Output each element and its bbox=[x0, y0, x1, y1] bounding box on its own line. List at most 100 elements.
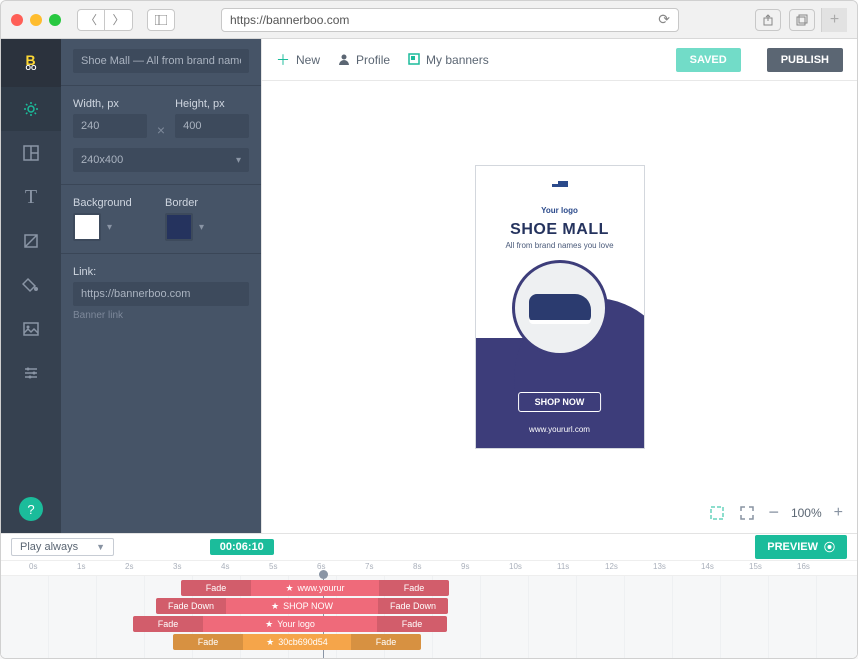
image-icon bbox=[22, 320, 40, 338]
new-label: New bbox=[296, 53, 320, 67]
back-button[interactable]: 〈 bbox=[77, 9, 105, 31]
fade-out-segment: Fade bbox=[351, 634, 421, 650]
fade-in-segment: Fade bbox=[173, 634, 243, 650]
fade-in-segment: Fade bbox=[133, 616, 203, 632]
height-input[interactable] bbox=[175, 114, 249, 138]
ruler-tick: 9s bbox=[461, 562, 469, 571]
rail-settings[interactable] bbox=[0, 87, 61, 131]
ruler-tick: 8s bbox=[413, 562, 421, 571]
properties-panel: Width, px × Height, px 240x400 ▾ bbox=[61, 39, 261, 533]
ruler-tick: 14s bbox=[701, 562, 714, 571]
zoom-in-button[interactable]: + bbox=[834, 504, 843, 522]
canvas-controls: − 100% + bbox=[708, 502, 843, 523]
chevron-down-icon[interactable]: ▾ bbox=[107, 222, 112, 233]
rail-shapes[interactable] bbox=[1, 219, 61, 263]
sidebar-icon bbox=[155, 15, 167, 25]
timeline-tracks[interactable]: Fade★www.yoururFadeFade Down★SHOP NOWFad… bbox=[1, 576, 857, 658]
new-tab-button[interactable]: + bbox=[821, 8, 847, 32]
sliders-icon bbox=[22, 364, 40, 382]
play-mode-select[interactable]: Play always ▼ bbox=[11, 538, 114, 556]
size-preset-select[interactable]: 240x400 ▾ bbox=[73, 148, 249, 172]
background-color-swatch[interactable] bbox=[73, 213, 101, 241]
ruler-tick: 10s bbox=[509, 562, 522, 571]
tabs-button[interactable] bbox=[789, 9, 815, 31]
canvas[interactable]: Your logo SHOE MALL All from brand names… bbox=[262, 81, 857, 533]
height-label: Height, px bbox=[175, 98, 249, 110]
link-helper: Banner link bbox=[73, 310, 249, 321]
rail-layout[interactable] bbox=[1, 131, 61, 175]
background-label: Background bbox=[73, 197, 157, 209]
refresh-icon[interactable]: ⟳ bbox=[658, 11, 670, 28]
publish-button[interactable]: PUBLISH bbox=[767, 48, 843, 72]
close-window-icon[interactable] bbox=[11, 14, 23, 26]
share-button[interactable] bbox=[755, 9, 781, 31]
timeline-clip[interactable]: Fade Down★SHOP NOWFade Down bbox=[156, 598, 448, 614]
rail-fill[interactable] bbox=[1, 263, 61, 307]
timeline-clip[interactable]: Fade★Your logoFade bbox=[133, 616, 447, 632]
tool-rail: BOO T ? bbox=[1, 39, 61, 533]
timeline-clip[interactable]: Fade★30cb690d54Fade bbox=[173, 634, 421, 650]
ruler-tick: 7s bbox=[365, 562, 373, 571]
rail-sliders[interactable] bbox=[1, 351, 61, 395]
ruler-tick: 16s bbox=[797, 562, 810, 571]
url-bar[interactable]: https://bannerboo.com ⟳ bbox=[221, 8, 679, 32]
ruler-tick: 15s bbox=[749, 562, 762, 571]
chevron-down-icon[interactable]: ▾ bbox=[199, 222, 204, 233]
window-controls bbox=[11, 14, 61, 26]
banner-title-input[interactable] bbox=[73, 49, 249, 73]
ruler-tick: 12s bbox=[605, 562, 618, 571]
width-input[interactable] bbox=[73, 114, 147, 138]
fade-out-segment: Fade bbox=[379, 580, 449, 596]
tabs-icon bbox=[796, 14, 808, 26]
top-toolbar: ＋ New Profile My banners bbox=[262, 39, 857, 81]
share-icon bbox=[762, 14, 774, 26]
ruler-tick: 3s bbox=[173, 562, 181, 571]
chevron-down-icon: ▾ bbox=[236, 155, 241, 166]
profile-label: Profile bbox=[356, 53, 390, 67]
banner-url: www.yoururl.com bbox=[476, 425, 644, 434]
play-icon: ⦿ bbox=[824, 539, 835, 555]
time-ruler[interactable]: 0s1s2s3s4s5s6s7s8s9s10s11s12s13s14s15s16… bbox=[1, 560, 857, 576]
play-mode-value: Play always bbox=[20, 541, 78, 553]
ruler-tick: 0s bbox=[29, 562, 37, 571]
plus-icon: ＋ bbox=[276, 50, 290, 70]
fade-in-segment: Fade Down bbox=[156, 598, 226, 614]
saved-button[interactable]: SAVED bbox=[676, 48, 741, 72]
clip-label: Your logo bbox=[277, 619, 315, 629]
main-area: ＋ New Profile My banners bbox=[261, 39, 857, 533]
app-logo[interactable]: BOO bbox=[1, 39, 61, 87]
link-label: Link: bbox=[73, 266, 249, 278]
chevron-down-icon: ▼ bbox=[96, 542, 105, 552]
paint-icon bbox=[22, 276, 40, 294]
zoom-out-button[interactable]: − bbox=[768, 502, 779, 523]
my-banners-button[interactable]: My banners bbox=[408, 52, 489, 68]
fit-icon[interactable] bbox=[708, 504, 726, 522]
banner-preview[interactable]: Your logo SHOE MALL All from brand names… bbox=[475, 165, 645, 449]
clip-label: SHOP NOW bbox=[283, 601, 333, 611]
ruler-tick: 13s bbox=[653, 562, 666, 571]
rail-text[interactable]: T bbox=[1, 175, 61, 219]
border-color-swatch[interactable] bbox=[165, 213, 193, 241]
profile-button[interactable]: Profile bbox=[338, 52, 390, 68]
rail-image[interactable] bbox=[1, 307, 61, 351]
clip-label: 30cb690d54 bbox=[278, 637, 328, 647]
help-button[interactable]: ? bbox=[19, 497, 43, 521]
preview-button[interactable]: PREVIEW ⦿ bbox=[755, 535, 847, 559]
banner-product-image bbox=[512, 260, 608, 356]
sidebar-toggle-button[interactable] bbox=[147, 9, 175, 31]
layout-icon bbox=[22, 144, 40, 162]
timeline-clip[interactable]: Fade★www.yoururFade bbox=[181, 580, 449, 596]
new-button[interactable]: ＋ New bbox=[276, 50, 320, 70]
browser-chrome: 〈 〉 https://bannerboo.com ⟳ + bbox=[1, 1, 857, 39]
minimize-window-icon[interactable] bbox=[30, 14, 42, 26]
link-input[interactable] bbox=[73, 282, 249, 306]
banner-logo-text: Your logo bbox=[541, 206, 578, 215]
maximize-window-icon[interactable] bbox=[49, 14, 61, 26]
ruler-tick: 5s bbox=[269, 562, 277, 571]
banner-title: SHOE MALL bbox=[510, 221, 609, 239]
ruler-tick: 2s bbox=[125, 562, 133, 571]
forward-button[interactable]: 〉 bbox=[105, 9, 133, 31]
preview-label: PREVIEW bbox=[767, 541, 818, 553]
fullscreen-icon[interactable] bbox=[738, 504, 756, 522]
zoom-level: 100% bbox=[791, 506, 822, 520]
